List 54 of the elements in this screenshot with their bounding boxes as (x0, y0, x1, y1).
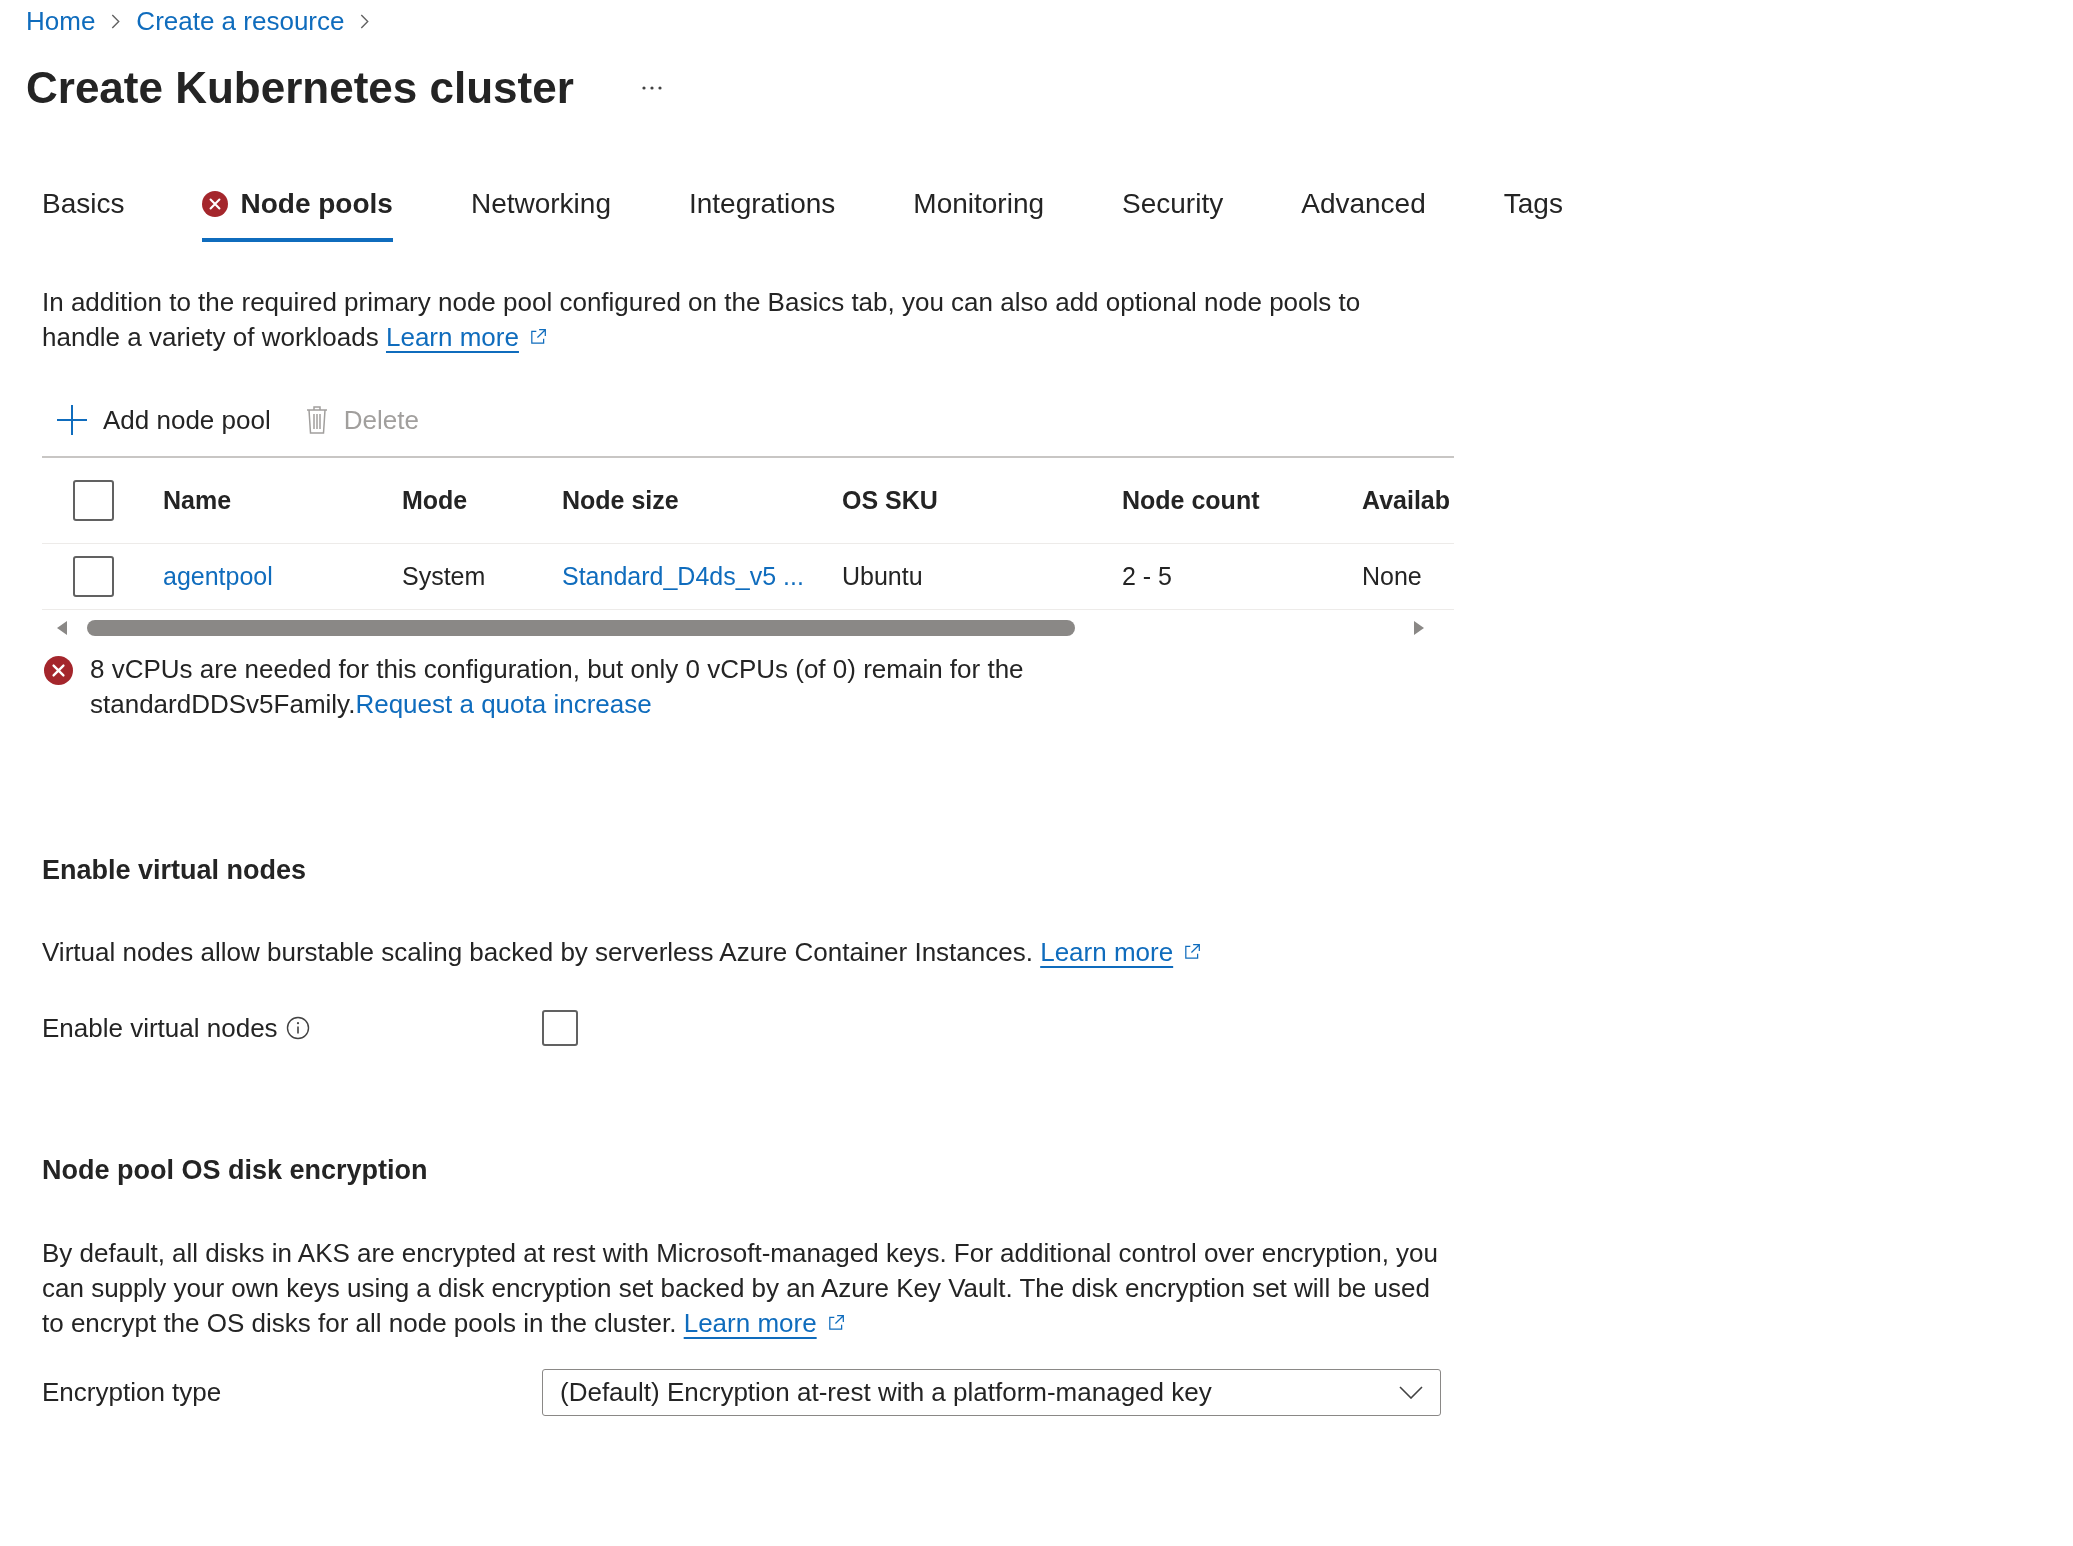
learn-more-link[interactable]: Learn more (1040, 937, 1174, 967)
column-header: Mode (402, 484, 468, 516)
section-description: Virtual nodes allow burstable scaling backed by serverless Azure Container Instances. Learn more (42, 935, 1442, 970)
tab[interactable]: Advanced (1301, 170, 1426, 242)
cell-link[interactable]: Standard_D4ds_v5 ... (562, 557, 804, 596)
learn-more-link[interactable]: Learn more (386, 322, 519, 352)
table-cell-text: None (1362, 560, 1422, 592)
tab[interactable]: Node pools (202, 170, 393, 242)
scroll-left-icon[interactable] (57, 621, 67, 635)
page-title: Create Kubernetes cluster (26, 62, 574, 114)
chevron-down-icon (1399, 1386, 1423, 1399)
field-label: Enable virtual nodes (42, 1011, 278, 1045)
tab[interactable]: Basics (42, 170, 125, 242)
table-cell-text: 2 - 5 (1122, 560, 1173, 592)
scrollbar-thumb[interactable] (87, 620, 1075, 636)
chevron-right-icon (111, 13, 121, 29)
column-header: Availab (1362, 484, 1450, 516)
column-header: Node count (1122, 484, 1260, 516)
breadcrumb-link[interactable]: Create a resource (136, 1, 345, 41)
breadcrumb-link[interactable]: Home (26, 1, 96, 41)
column-header: OS SKU (842, 484, 938, 516)
field-label: Encryption type (42, 1376, 223, 1409)
tab[interactable]: Networking (470, 170, 611, 242)
tab[interactable]: Monitoring (913, 170, 1045, 242)
section-description: By default, all disks in AKS are encrypted at rest with Microsoft-managed keys. For additional control over encryption, you can supply your own keys using a disk encryption set backed by an Azure Key Vault. The disk encryption set will be used to encrypt the OS disks for all node pools in the cluster. Learn more (42, 1237, 1439, 1340)
table-cell-text: System (402, 560, 486, 592)
checkbox[interactable] (542, 1010, 578, 1046)
scroll-right-icon[interactable] (1414, 621, 1424, 635)
tab[interactable]: Tags (1503, 170, 1563, 242)
column-header: Name (163, 484, 232, 516)
quota-request-link[interactable]: Request a quota increase (355, 689, 652, 719)
table-cell-text: Ubuntu (842, 560, 923, 592)
add-node-pool-button[interactable]: Add node pool (57, 396, 271, 444)
external-link-icon (528, 328, 547, 346)
cell-link[interactable]: agentpool (163, 557, 273, 596)
error-icon (44, 656, 73, 685)
error-message: 8 vCPUs are needed for this configuration, but only 0 vCPUs (of 0) remain for the standardDDSv5Family.Request a quota increase (90, 653, 1025, 721)
section-heading: Node pool OS disk encryption (42, 1154, 429, 1187)
intro-text: In addition to the required primary node pool configured on the Basics tab, you can also add optional node pools to handle a variety of workloads Learn more (42, 286, 1362, 354)
external-link-icon (1183, 943, 1202, 961)
checkbox[interactable] (73, 480, 114, 521)
trash-icon (305, 406, 328, 434)
learn-more-link[interactable]: Learn more (683, 1308, 817, 1338)
plus-icon (57, 405, 87, 435)
chevron-right-icon (360, 13, 370, 29)
more-icon[interactable] (641, 86, 662, 90)
section-heading: Enable virtual nodes (42, 854, 308, 887)
tab[interactable]: Integrations (689, 170, 836, 242)
column-header: Node size (562, 484, 679, 516)
tab[interactable]: Security (1122, 170, 1224, 242)
encryption-type-dropdown[interactable]: (Default) Encryption at-rest with a platform-managed key (542, 1369, 1441, 1416)
info-icon[interactable] (285, 1016, 310, 1040)
external-link-icon (826, 1314, 845, 1332)
checkbox[interactable] (73, 556, 114, 597)
